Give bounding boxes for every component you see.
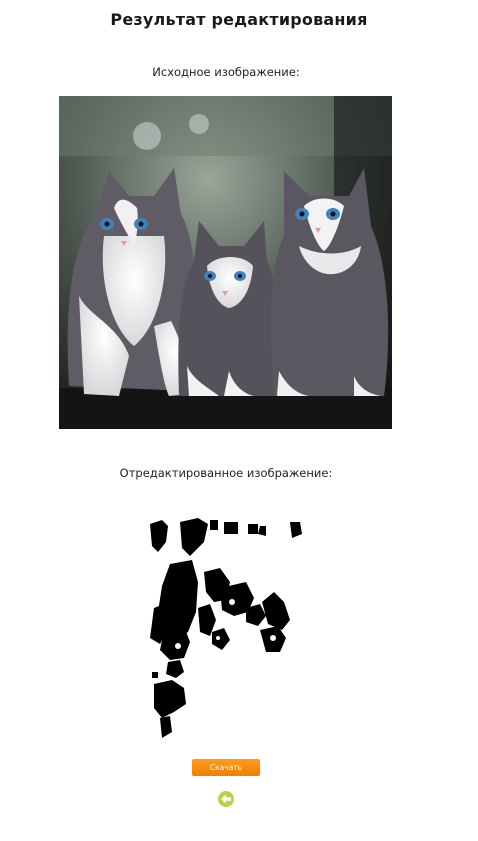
edited-image-caption: Отредактированное изображение:: [119, 466, 333, 480]
original-image: [59, 96, 392, 429]
original-image-caption: Исходное изображение:: [152, 65, 300, 79]
edited-bw-image: [150, 518, 302, 738]
download-button[interactable]: Скачать: [192, 759, 260, 776]
edited-image: [140, 512, 312, 744]
kittens-photo: [59, 96, 392, 429]
page-title: Результат редактирования: [110, 10, 368, 29]
back-button[interactable]: [218, 791, 234, 807]
back-arrow-icon: [221, 794, 231, 804]
